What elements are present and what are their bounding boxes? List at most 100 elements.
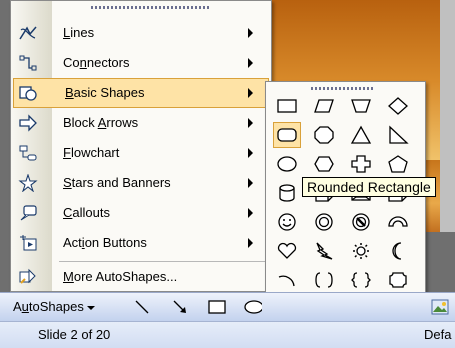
shape-moon[interactable]	[385, 239, 411, 263]
shape-octagon[interactable]	[311, 123, 337, 147]
shape-double-bracket[interactable]	[311, 268, 337, 292]
shape-cross[interactable]	[348, 152, 374, 176]
menu-item-label: Lines	[63, 25, 95, 40]
shape-plaque[interactable]	[385, 268, 411, 292]
double-bracket-icon	[315, 272, 333, 288]
shape-oval[interactable]	[274, 152, 300, 176]
rectangle-icon	[277, 99, 297, 113]
more-autoshapes-icon	[18, 268, 38, 286]
submenu-arrow-icon	[248, 238, 253, 248]
block-arc-icon	[388, 216, 408, 227]
line-tool-button[interactable]	[130, 296, 154, 317]
shape-rounded-rectangle[interactable]	[273, 122, 301, 148]
menu-item-flowchart[interactable]: Flowchart	[12, 139, 270, 167]
shape-double-brace[interactable]	[348, 268, 374, 292]
menu-item-label: Callouts	[63, 205, 110, 220]
shape-rectangle[interactable]	[274, 94, 300, 118]
drawing-toolbar: AutoShapes	[0, 292, 455, 321]
rectangle-tool-button[interactable]	[205, 296, 229, 317]
menu-drag-handle[interactable]	[91, 6, 211, 9]
autoshapes-button[interactable]: AutoShapes	[10, 296, 98, 317]
submenu-arrow-icon	[248, 178, 253, 188]
menu-item-more-autoshapes[interactable]: More AutoShapes...	[12, 263, 270, 291]
shape-diamond[interactable]	[385, 94, 411, 118]
status-bar: Slide 2 of 20 Defa	[0, 321, 455, 348]
design-template-indicator: Defa	[424, 327, 452, 342]
shape-donut[interactable]	[311, 210, 337, 234]
isosceles-triangle-icon	[350, 125, 372, 144]
shape-pentagon[interactable]	[385, 152, 411, 176]
callouts-icon	[18, 204, 38, 222]
rectangle-icon	[208, 299, 226, 314]
shape-heart[interactable]	[274, 239, 300, 263]
double-brace-icon	[351, 272, 371, 288]
arrow-tool-button[interactable]	[168, 296, 192, 317]
no-symbol-icon	[352, 213, 370, 231]
shape-no-symbol[interactable]	[348, 210, 374, 234]
oval-icon	[244, 299, 262, 314]
submenu-arrow-icon	[248, 208, 253, 218]
menu-item-lines[interactable]: Lines	[12, 19, 270, 47]
submenu-arrow-icon	[248, 28, 253, 38]
submenu-arrow-icon	[248, 58, 253, 68]
plaque-icon	[389, 272, 407, 288]
menu-item-basic-shapes[interactable]: Basic Shapes	[13, 78, 269, 108]
picture-icon	[431, 299, 449, 314]
parallelogram-icon	[314, 99, 334, 113]
connectors-icon	[18, 54, 38, 72]
octagon-icon	[314, 126, 334, 144]
menu-item-block-arrows[interactable]: Block Arrows	[12, 109, 270, 137]
shape-hexagon[interactable]	[311, 152, 337, 176]
menu-item-action-buttons[interactable]: Action Buttons	[12, 229, 270, 257]
heart-icon	[277, 242, 297, 259]
shape-trapezoid[interactable]	[348, 94, 374, 118]
diamond-icon	[388, 97, 408, 115]
slide-indicator: Slide 2 of 20	[38, 327, 111, 342]
shape-sun[interactable]	[348, 239, 374, 263]
oval-icon	[277, 156, 297, 172]
vertical-scrollbar[interactable]	[440, 0, 455, 232]
shape-smiley-face[interactable]	[274, 210, 300, 234]
menu-item-callouts[interactable]: Callouts	[12, 199, 270, 227]
submenu-drag-handle[interactable]	[311, 87, 375, 90]
shape-parallelogram[interactable]	[311, 94, 337, 118]
flowchart-icon	[18, 144, 38, 162]
lightning-bolt-icon	[316, 242, 333, 260]
insert-picture-button[interactable]	[428, 296, 452, 317]
shape-block-arc[interactable]	[385, 210, 411, 234]
shape-lightning-bolt[interactable]	[311, 239, 337, 263]
donut-icon	[315, 213, 333, 231]
submenu-arrow-icon	[248, 118, 253, 128]
menu-item-label: Block Arrows	[63, 115, 139, 130]
shape-arc[interactable]	[274, 268, 300, 292]
menu-separator	[59, 261, 269, 262]
rounded-rectangle-icon	[277, 128, 297, 142]
submenu-arrow-icon	[248, 148, 253, 158]
shape-isosceles-triangle[interactable]	[348, 123, 374, 147]
menu-item-label: More AutoShapes...	[63, 269, 178, 284]
trapezoid-icon	[351, 99, 371, 113]
menu-item-label: Basic Shapes	[65, 85, 145, 100]
shape-can[interactable]	[274, 181, 300, 205]
chevron-down-icon	[86, 305, 95, 310]
hexagon-icon	[314, 156, 334, 172]
menu-item-label: Flowchart	[63, 145, 120, 160]
tooltip: Rounded Rectangle	[302, 177, 436, 197]
moon-icon	[392, 242, 402, 260]
can-icon	[279, 184, 295, 202]
shape-right-triangle[interactable]	[385, 123, 411, 147]
right-triangle-icon	[389, 125, 409, 144]
menu-item-connectors[interactable]: Connectors	[12, 49, 270, 77]
lines-icon	[18, 24, 38, 42]
menu-item-label: Action Buttons	[63, 235, 147, 250]
menu-item-stars-and-banners[interactable]: Stars and Banners	[12, 169, 270, 197]
stars-banners-icon	[18, 173, 38, 193]
smiley-face-icon	[278, 213, 296, 231]
menu-item-label: Stars and Banners	[63, 175, 171, 190]
cross-icon	[351, 155, 371, 173]
sun-icon	[353, 243, 369, 259]
oval-tool-button[interactable]	[240, 296, 264, 317]
line-icon	[135, 300, 149, 313]
submenu-arrow-icon	[248, 88, 253, 98]
basic-shapes-submenu	[265, 81, 426, 326]
